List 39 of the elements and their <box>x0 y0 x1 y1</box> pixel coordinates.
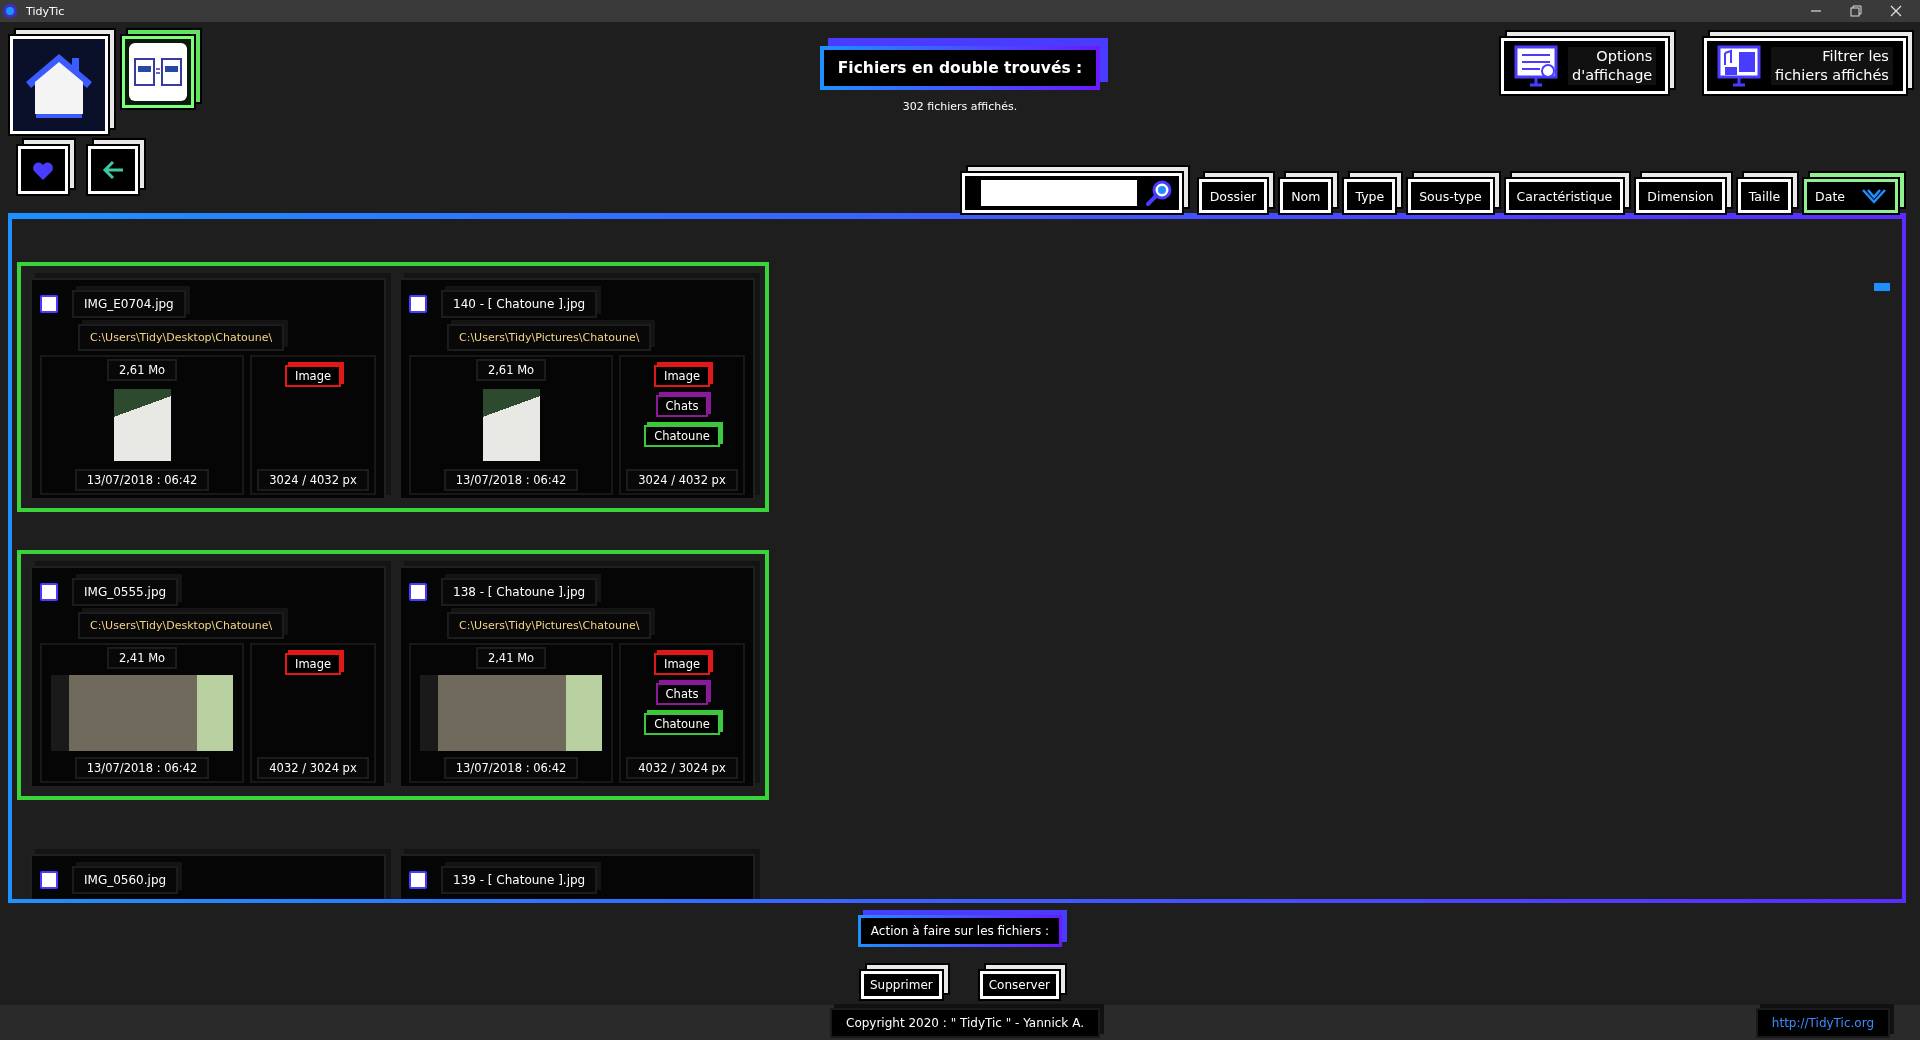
file-checkbox[interactable] <box>40 871 58 889</box>
duplicate-files-icon <box>129 43 187 101</box>
tag-label: Chatoune <box>644 713 720 735</box>
media-filter-icon <box>1717 45 1761 87</box>
restore-icon[interactable] <box>1850 5 1862 17</box>
file-date: 13/07/2018 : 06:42 <box>74 757 210 779</box>
tag-label: Image <box>285 365 341 387</box>
file-checkbox[interactable] <box>409 871 427 889</box>
file-size: 2,41 Mo <box>475 647 547 669</box>
file-size: 2,61 Mo <box>475 359 547 381</box>
app-logo-icon <box>2 3 18 19</box>
file-date: 13/07/2018 : 06:42 <box>443 757 579 779</box>
image-dimensions: 3024 / 4032 px <box>626 469 738 491</box>
tag-label: Image <box>654 653 710 675</box>
back-arrow-icon <box>101 158 125 182</box>
close-icon[interactable] <box>1890 5 1902 17</box>
display-settings-icon <box>1514 45 1558 87</box>
scrollbar-thumb[interactable] <box>1874 283 1890 291</box>
file-date: 13/07/2018 : 06:42 <box>443 469 579 491</box>
image-dimensions: 3024 / 4032 px <box>257 469 369 491</box>
file-checkbox[interactable] <box>409 295 427 313</box>
file-date: 13/07/2018 : 06:42 <box>74 469 210 491</box>
chevron-down-icon <box>1861 187 1887 205</box>
file-count-text: 302 fichiers affichés. <box>902 100 1018 113</box>
file-checkbox[interactable] <box>40 583 58 601</box>
file-size: 2,61 Mo <box>106 359 178 381</box>
file-checkbox[interactable] <box>40 295 58 313</box>
search-icon[interactable] <box>1144 179 1173 207</box>
search-field[interactable] <box>980 180 1137 206</box>
tag-label: Chatoune <box>644 425 720 447</box>
image-dimensions: 4032 / 3024 px <box>257 757 369 779</box>
tag-label: Image <box>285 653 341 675</box>
window-title: TidyTic <box>26 4 66 18</box>
file-checkbox[interactable] <box>409 583 427 601</box>
tag-label: Chats <box>655 683 709 705</box>
image-dimensions: 4032 / 3024 px <box>626 757 738 779</box>
file-size: 2,41 Mo <box>106 647 178 669</box>
tag-label: Image <box>654 365 710 387</box>
tag-label: Chats <box>655 395 709 417</box>
